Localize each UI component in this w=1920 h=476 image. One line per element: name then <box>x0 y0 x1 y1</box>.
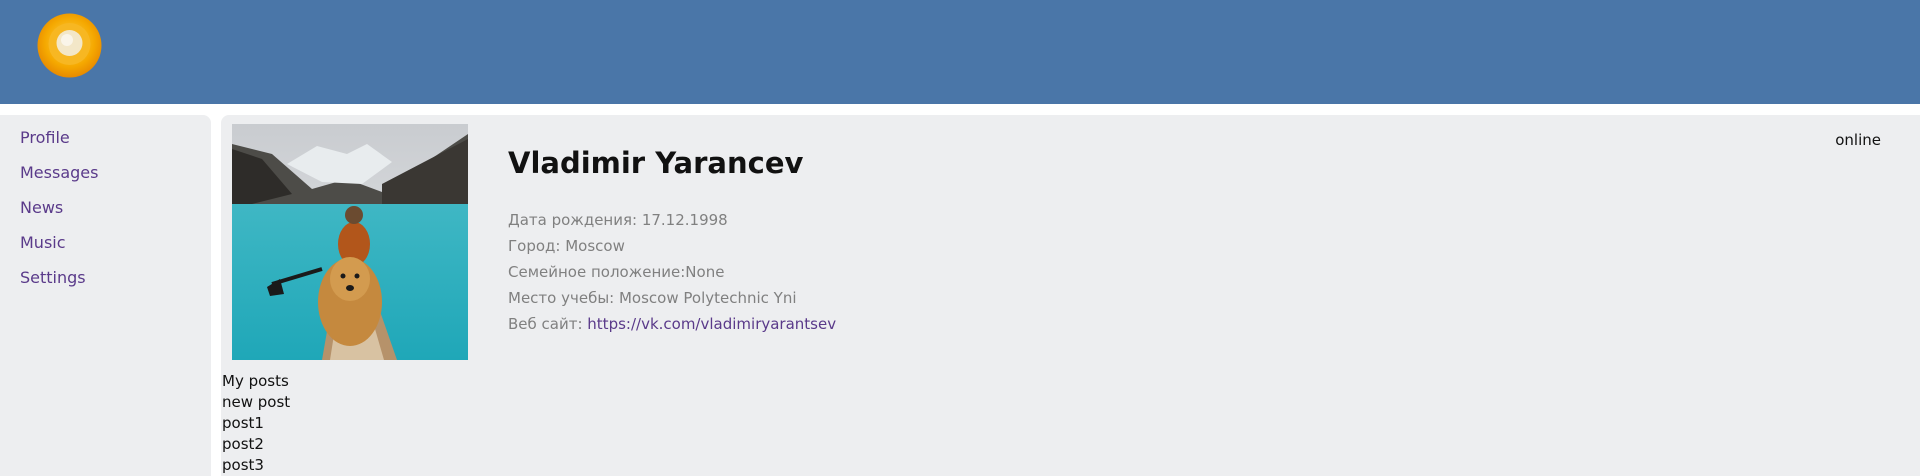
nav-item-messages[interactable]: Messages <box>20 163 98 183</box>
profile-content: Vladimir Yarancev Дата рождения: 17.12.1… <box>221 115 1920 476</box>
city-text: Город: Moscow <box>508 237 625 255</box>
website-row: Веб сайт: https://vk.com/vladimiryarants… <box>508 314 836 334</box>
header-bar <box>0 0 1920 104</box>
profile-avatar[interactable] <box>232 124 468 360</box>
nav-item-profile[interactable]: Profile <box>20 128 70 148</box>
website-link[interactable]: https://vk.com/vladimiryarantsev <box>587 315 836 333</box>
sidebar-nav: Profile Messages News Music Settings <box>0 115 211 476</box>
nav-item-music[interactable]: Music <box>20 233 66 253</box>
nav-item-settings[interactable]: Settings <box>20 268 86 288</box>
website-label: Веб сайт: <box>508 315 588 333</box>
post-item: post3 <box>222 456 264 474</box>
post-item: post2 <box>222 435 264 453</box>
birthday-text: Дата рождения: 17.12.1998 <box>508 211 728 229</box>
online-status: online <box>1835 131 1881 149</box>
profile-name: Vladimir Yarancev <box>508 146 804 180</box>
posts-title: My posts <box>222 372 289 390</box>
marital-status-text: Семейное положение:None <box>508 263 725 281</box>
nav-item-news[interactable]: News <box>20 198 63 218</box>
education-text: Место учебы: Moscow Polytechnic Yni <box>508 289 797 307</box>
logo-icon[interactable] <box>37 13 102 78</box>
new-post-link[interactable]: new post <box>222 392 290 413</box>
post-item: post1 <box>222 414 264 432</box>
posts-section: My posts new post post1 post2 post3 <box>222 371 290 476</box>
